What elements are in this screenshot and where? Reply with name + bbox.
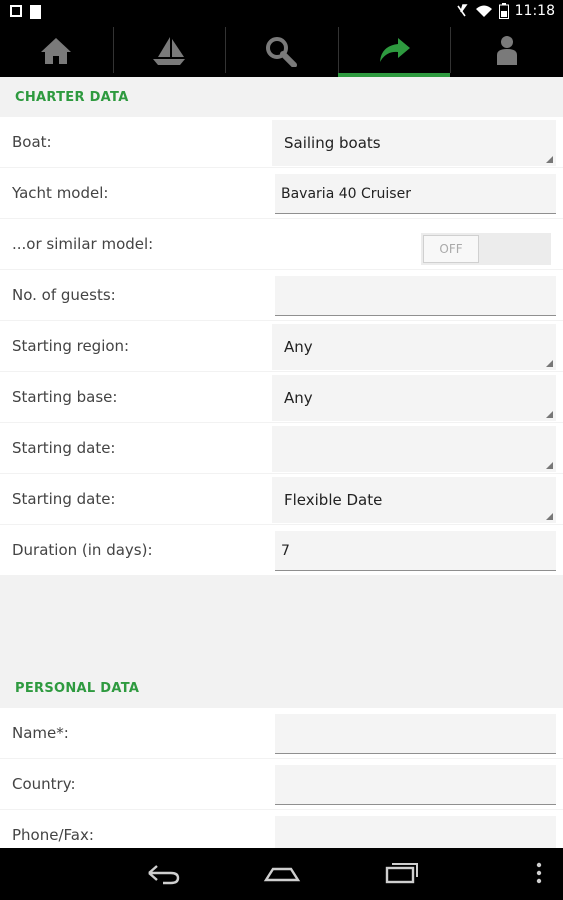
- guests-row: No. of guests:: [0, 270, 563, 321]
- status-bar: 11:18: [0, 0, 563, 25]
- phone-row: Phone/Fax:: [0, 810, 563, 848]
- dropdown-arrow-icon: [546, 156, 553, 163]
- boat-type-select[interactable]: Sailing boats: [272, 120, 556, 166]
- dropdown-arrow-icon: [546, 462, 553, 469]
- similar-model-toggle[interactable]: OFF: [421, 233, 551, 265]
- boat-row: Boat: Sailing boats: [0, 117, 563, 168]
- duration-input[interactable]: 7: [275, 531, 556, 571]
- date-flexibility-row: Starting date: Flexible Date: [0, 474, 563, 525]
- dropdown-arrow-icon: [546, 360, 553, 367]
- tab-boats[interactable]: [112, 25, 226, 77]
- charter-section-title: CHARTER DATA: [15, 89, 129, 105]
- starting-date-label: Starting date:: [12, 439, 116, 457]
- country-input[interactable]: [275, 765, 556, 805]
- name-row: Name*:: [0, 708, 563, 759]
- sd-card-notification-icon: [30, 5, 41, 19]
- yacht-model-value: Bavaria 40 Cruiser: [281, 185, 411, 202]
- duration-value: 7: [281, 542, 290, 559]
- yacht-model-label: Yacht model:: [12, 184, 109, 202]
- name-input[interactable]: [275, 714, 556, 754]
- duration-label: Duration (in days):: [12, 541, 153, 559]
- form-scroll-area[interactable]: CHARTER DATA Boat: Sailing boats Yacht m…: [0, 77, 563, 848]
- home-icon: [41, 38, 72, 64]
- clock-time: 11:18: [514, 3, 555, 19]
- wifi-icon: [475, 5, 492, 17]
- region-row: Starting region: Any: [0, 321, 563, 372]
- boat-label: Boat:: [12, 133, 52, 151]
- back-arrow-icon: [148, 865, 180, 885]
- similar-model-row: ...or similar model: OFF: [0, 219, 563, 270]
- region-select[interactable]: Any: [272, 324, 556, 370]
- home-button[interactable]: [263, 860, 301, 890]
- sailboat-icon: [152, 37, 185, 65]
- tab-search[interactable]: [225, 25, 338, 77]
- dropdown-arrow-icon: [546, 513, 553, 520]
- recent-apps-icon: [385, 863, 418, 884]
- starting-date-select[interactable]: [272, 426, 556, 472]
- system-navigation-bar: [0, 848, 563, 900]
- region-label: Starting region:: [12, 337, 130, 355]
- base-value: Any: [284, 389, 313, 407]
- phone-label: Phone/Fax:: [12, 826, 94, 844]
- guests-input[interactable]: [275, 276, 556, 316]
- phone-input[interactable]: [275, 816, 556, 848]
- country-row: Country:: [0, 759, 563, 810]
- back-button[interactable]: [145, 860, 181, 890]
- duration-row: Duration (in days): 7: [0, 525, 563, 576]
- screenshot-notification-icon: [10, 5, 22, 17]
- date-flexibility-value: Flexible Date: [284, 491, 383, 509]
- similar-model-label: ...or similar model:: [12, 235, 154, 253]
- tab-profile[interactable]: [450, 25, 563, 77]
- country-label: Country:: [12, 775, 76, 793]
- boat-type-value: Sailing boats: [284, 134, 381, 152]
- date-flexibility-label: Starting date:: [12, 490, 116, 508]
- home-outline-icon: [263, 867, 301, 882]
- mute-icon: [456, 4, 468, 17]
- toggle-off-label: OFF: [423, 235, 479, 263]
- yacht-model-input[interactable]: Bavaria 40 Cruiser: [275, 174, 556, 214]
- personal-section-title: PERSONAL DATA: [15, 680, 140, 696]
- overflow-menu-button[interactable]: [533, 860, 545, 890]
- starting-date-row: Starting date:: [0, 423, 563, 474]
- date-flexibility-select[interactable]: Flexible Date: [272, 477, 556, 523]
- base-label: Starting base:: [12, 388, 118, 406]
- region-value: Any: [284, 338, 313, 356]
- yacht-model-row: Yacht model: Bavaria 40 Cruiser: [0, 168, 563, 219]
- person-icon: [496, 36, 517, 65]
- top-navigation: [0, 25, 563, 77]
- search-icon: [266, 37, 298, 67]
- dropdown-arrow-icon: [546, 411, 553, 418]
- name-label: Name*:: [12, 724, 69, 742]
- more-vertical-icon: [536, 862, 542, 884]
- base-row: Starting base: Any: [0, 372, 563, 423]
- base-select[interactable]: Any: [272, 375, 556, 421]
- tab-home[interactable]: [0, 25, 113, 77]
- tab-share[interactable]: [337, 25, 451, 77]
- guests-label: No. of guests:: [12, 286, 116, 304]
- share-arrow-icon: [380, 38, 411, 62]
- battery-icon: [498, 3, 509, 19]
- recent-apps-button[interactable]: [384, 860, 420, 890]
